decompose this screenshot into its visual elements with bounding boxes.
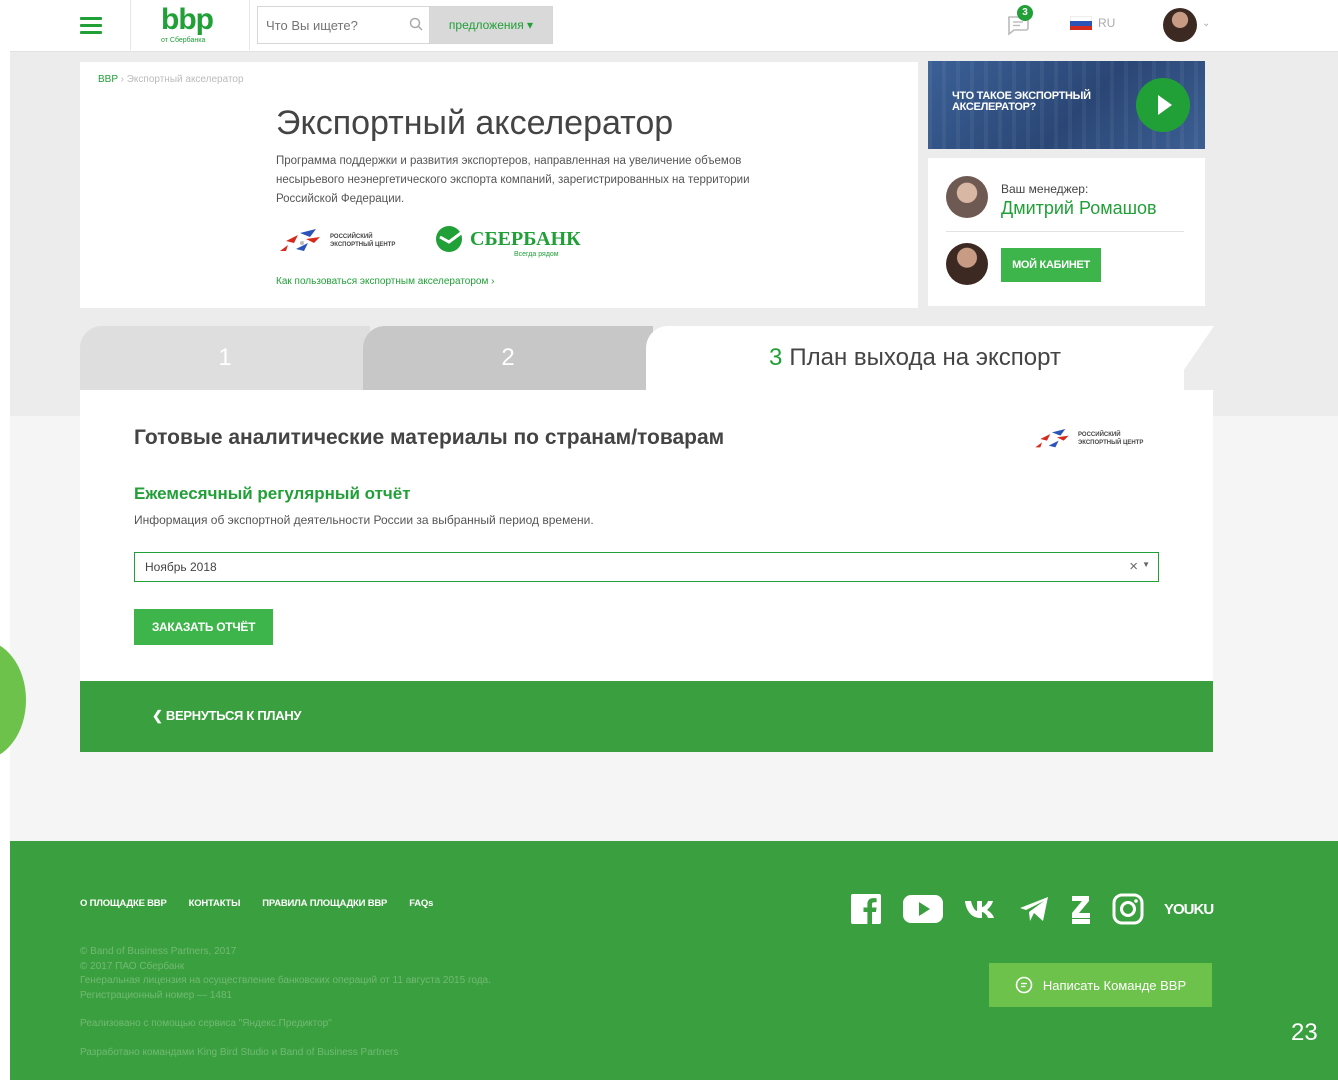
footer-link-rules[interactable]: ПРАВИЛА ПЛОЩАДКИ BBP (262, 898, 387, 909)
youtube-icon[interactable] (902, 894, 944, 924)
chat-icon (1015, 976, 1033, 994)
chevron-down-icon[interactable]: ⌄ (1202, 18, 1210, 29)
zen-icon[interactable] (1070, 893, 1092, 925)
header: bbp от Сбербанка предложения ▾ 3 RU ⌄ (10, 0, 1338, 52)
video-title: ЧТО ТАКОЕ ЭКСПОРТНЫЙ АКСЕЛЕРАТОР? (952, 90, 1091, 113)
rec-emblem-icon (280, 229, 320, 251)
analytics-panel: Готовые аналитические материалы по стран… (80, 390, 1213, 682)
footer-link-contacts[interactable]: КОНТАКТЫ (189, 898, 241, 909)
facebook-icon[interactable] (850, 893, 882, 925)
section-title: Готовые аналитические материалы по стран… (134, 426, 725, 449)
period-select-value: Ноябрь 2018 (145, 560, 217, 574)
sberbank-emblem-icon (436, 226, 462, 252)
manager-avatar (946, 176, 988, 218)
breadcrumb: BBP › Экспортный акселератор (98, 74, 244, 85)
my-cabinet-button[interactable]: МОЙ КАБИНЕТ (1001, 248, 1101, 282)
tab-step-3-number: 3 (769, 344, 783, 371)
menu-icon[interactable] (80, 17, 102, 35)
rec-logo: РОССИЙСКИЙ ЭКСПОРТНЫЙ ЦЕНТР (276, 225, 395, 257)
clear-icon[interactable]: × (1129, 558, 1138, 575)
footer-link-faq[interactable]: FAQs (409, 898, 433, 909)
notifications-badge: 3 (1017, 5, 1033, 21)
telegram-icon[interactable] (1018, 895, 1050, 923)
page-number: 23 (1291, 1019, 1318, 1046)
footer: О ПЛОЩАДКЕ BBP КОНТАКТЫ ПРАВИЛА ПЛОЩАДКИ… (10, 841, 1338, 1080)
back-to-plan-link[interactable]: ❮ ВЕРНУТЬСЯ К ПЛАНУ (152, 708, 302, 724)
page-title: Экспортный акселератор (276, 104, 674, 142)
tab-step-2[interactable]: 2 (363, 326, 653, 390)
manager-name[interactable]: Дмитрий Ромашов (1001, 198, 1157, 219)
video-banner[interactable]: ЧТО ТАКОЕ ЭКСПОРТНЫЙ АКСЕЛЕРАТОР? (928, 61, 1205, 149)
user-avatar[interactable] (1163, 8, 1197, 42)
breadcrumb-current: Экспортный акселератор (126, 74, 244, 85)
play-icon[interactable] (1136, 78, 1190, 132)
breadcrumb-home[interactable]: BBP (98, 74, 118, 85)
logo-subtitle: от Сбербанка (161, 37, 206, 44)
language-switcher[interactable]: RU (1070, 16, 1115, 30)
instagram-icon[interactable] (1112, 893, 1144, 925)
search-icon[interactable] (409, 17, 423, 31)
search-box (257, 6, 429, 44)
write-team-button[interactable]: Написать Команде BBP (989, 963, 1212, 1007)
report-title: Ежемесячный регулярный отчёт (134, 484, 411, 503)
how-to-use-link[interactable]: Как пользоваться экспортным акселераторо… (276, 276, 494, 287)
tab-step-3-label: План выхода на экспорт (789, 344, 1061, 371)
footer-nav: О ПЛОЩАДКЕ BBP КОНТАКТЫ ПРАВИЛА ПЛОЩАДКИ… (80, 898, 433, 909)
manager-card: Ваш менеджер: Дмитрий Ромашов МОЙ КАБИНЕ… (928, 158, 1205, 306)
avatar (946, 243, 988, 285)
program-header-card: BBP › Экспортный акселератор Экспортный … (80, 62, 918, 308)
footer-legal: © Band of Business Partners, 2017 © 2017… (80, 946, 491, 1058)
divider (946, 231, 1184, 232)
rec-logo-small: РОССИЙСКИЙ ЭКСПОРТНЫЙ ЦЕНТР (1032, 424, 1143, 454)
page-description: Программа поддержки и развития экспортер… (276, 155, 750, 205)
rec-emblem-icon (1035, 429, 1069, 448)
social-links: YOUKU (850, 893, 1214, 925)
tab-step-1[interactable]: 1 (80, 326, 370, 390)
order-report-button[interactable]: ЗАКАЗАТЬ ОТЧЁТ (134, 609, 273, 645)
back-bar: ❮ ВЕРНУТЬСЯ К ПЛАНУ (80, 681, 1213, 752)
language-label: RU (1098, 16, 1116, 30)
tab-step-3[interactable]: 3 План выхода на экспорт (646, 326, 1184, 390)
logo-text: bbp (161, 3, 214, 36)
sberbank-logo: СБЕРБАНК Всегда рядом (434, 225, 581, 258)
footer-link-about[interactable]: О ПЛОЩАДКЕ BBP (80, 898, 167, 909)
search-input[interactable] (258, 7, 388, 43)
offers-dropdown[interactable]: предложения ▾ (429, 6, 553, 44)
russia-flag-icon (1070, 16, 1092, 30)
report-description: Информация об экспортной деятельности Ро… (134, 513, 594, 527)
logo[interactable]: bbp от Сбербанка (130, 0, 250, 50)
write-team-label: Написать Команде BBP (1042, 977, 1187, 993)
period-select[interactable]: Ноябрь 2018 × ▼ (134, 552, 1159, 582)
vk-icon[interactable] (964, 899, 998, 919)
chevron-down-icon[interactable]: ▼ (1142, 560, 1150, 569)
youku-icon[interactable]: YOUKU (1164, 901, 1214, 918)
manager-label: Ваш менеджер: (1001, 182, 1089, 196)
